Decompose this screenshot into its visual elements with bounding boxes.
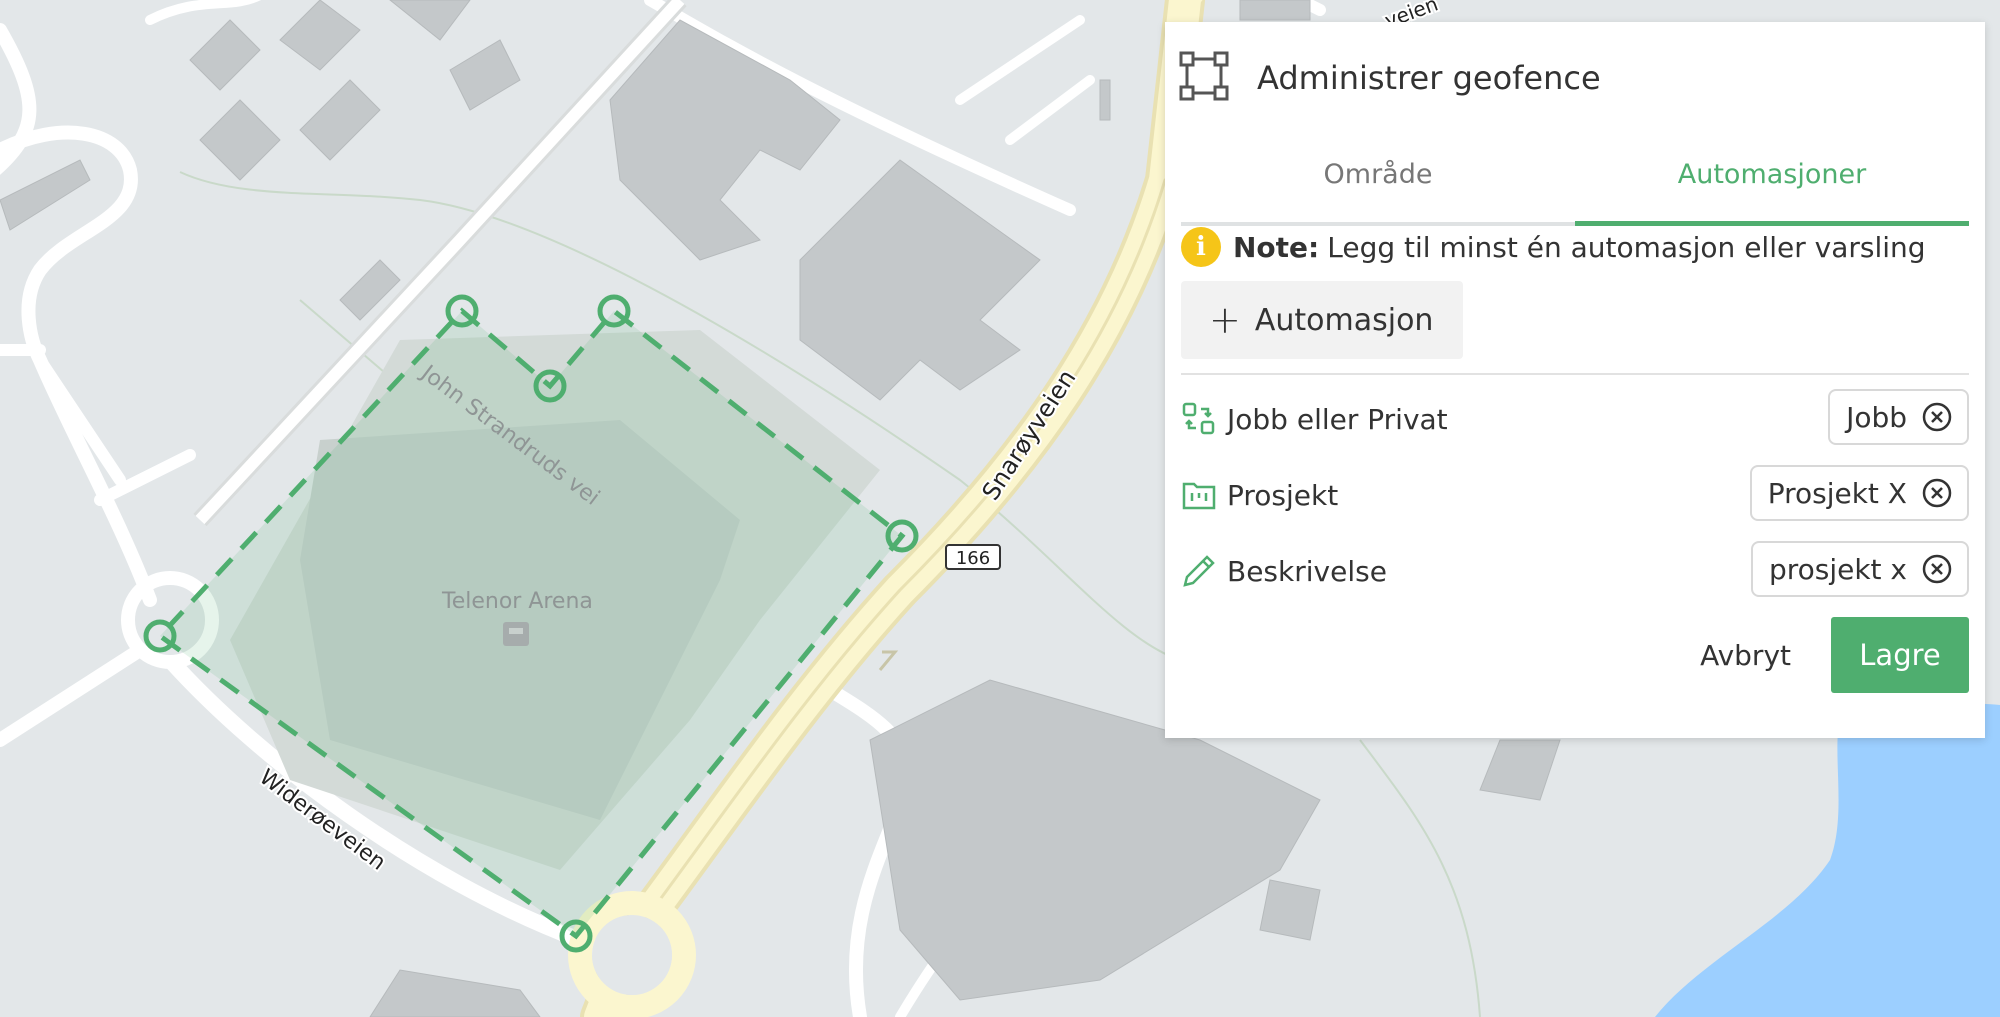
pencil-icon <box>1181 553 1217 589</box>
clear-icon[interactable] <box>1921 553 1953 585</box>
chip-value: prosjekt x <box>1768 552 1907 586</box>
switch-icon <box>1181 401 1217 437</box>
route-shield-166: 166 <box>945 544 1001 570</box>
chip-value: Jobb <box>1846 400 1907 434</box>
geofence-panel: Administrer geofence Område Automasjoner… <box>1165 22 1985 738</box>
add-automation-label: Automasjon <box>1254 302 1434 338</box>
cancel-button[interactable]: Avbryt <box>1700 639 1791 672</box>
bounding-box-icon <box>1179 51 1229 105</box>
automation-row-beskrivelse: Beskrivelse prosjekt x <box>1181 539 1969 603</box>
value-chip[interactable]: Jobb <box>1828 389 1969 445</box>
automation-row-prosjekt: Prosjekt Prosjekt X <box>1181 463 1969 527</box>
chip-value: Prosjekt X <box>1767 476 1907 510</box>
divider <box>1181 373 1969 375</box>
tab-automasjoner[interactable]: Automasjoner <box>1575 126 1969 222</box>
panel-actions: Avbryt Lagre <box>1700 617 1969 693</box>
plus-icon: + <box>1209 298 1241 342</box>
note-prefix: Note: <box>1233 230 1320 264</box>
tab-omrade[interactable]: Område <box>1181 126 1575 222</box>
row-label: Jobb eller Privat <box>1227 402 1448 436</box>
poi-label-telenor-arena: Telenor Arena <box>441 589 593 614</box>
panel-header: Administrer geofence <box>1179 51 1601 105</box>
note-message: i Note: Legg til minst én automasjon ell… <box>1181 222 1926 272</box>
info-icon: i <box>1181 227 1221 267</box>
row-label: Prosjekt <box>1227 478 1339 512</box>
save-button[interactable]: Lagre <box>1831 617 1969 693</box>
tab-bar: Område Automasjoner <box>1181 126 1969 228</box>
row-label: Beskrivelse <box>1227 554 1387 588</box>
folder-project-icon <box>1181 477 1217 513</box>
clear-icon[interactable] <box>1921 477 1953 509</box>
panel-title: Administrer geofence <box>1257 59 1601 97</box>
stadium-icon <box>503 622 529 646</box>
clear-icon[interactable] <box>1921 401 1953 433</box>
value-chip[interactable]: Prosjekt X <box>1749 465 1969 521</box>
value-chip[interactable]: prosjekt x <box>1750 541 1969 597</box>
automation-row-jobb-eller-privat: Jobb eller Privat Jobb <box>1181 387 1969 451</box>
note-text: Legg til minst én automasjon eller varsl… <box>1327 230 1926 264</box>
svg-text:166: 166 <box>956 548 990 569</box>
add-automation-button[interactable]: + Automasjon <box>1181 281 1463 359</box>
